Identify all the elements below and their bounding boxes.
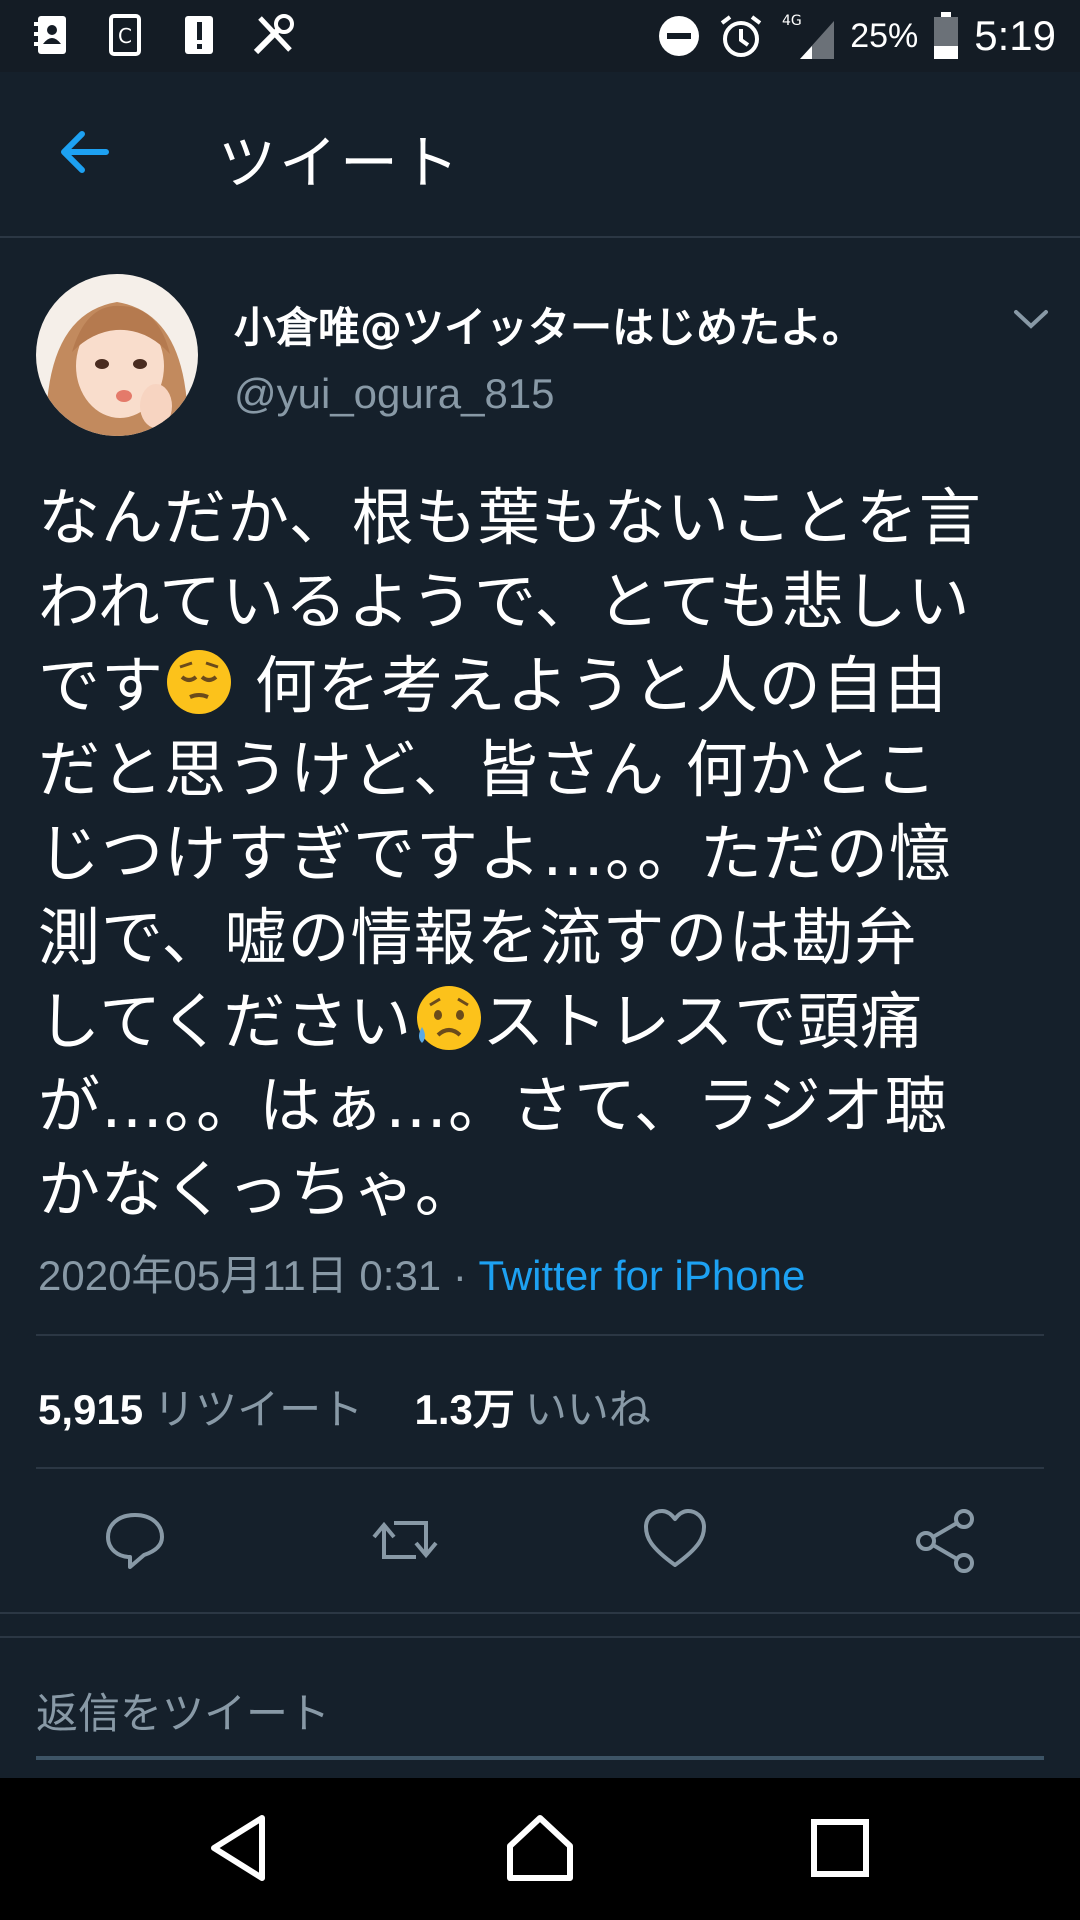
divider bbox=[0, 1636, 1080, 1638]
tweet-text-segment: 何を考えようと人の自由 bbox=[234, 649, 948, 722]
notification-icons: C bbox=[28, 12, 296, 58]
top-app-bar: ツイート bbox=[0, 72, 1080, 238]
tweet-text-segment: だと思うけど、皆さん 何かとこ bbox=[38, 733, 938, 806]
pensive-emoji-icon bbox=[164, 647, 234, 717]
battery-icon bbox=[934, 12, 959, 59]
tweet-text-line: かなくっちゃ。 bbox=[38, 1148, 1048, 1232]
tweet-text-segment: が…。。はぁ…。さて、ラジオ聴 bbox=[38, 1069, 948, 1142]
alarm-icon bbox=[720, 15, 762, 57]
status-bar: C 4G 25% 5:19 bbox=[0, 0, 1080, 72]
tweet-meta: 2020年05月11日 0:31 · Twitter for iPhone bbox=[38, 1242, 805, 1303]
like-icon[interactable] bbox=[640, 1505, 710, 1575]
tweet-timestamp: 2020年05月11日 0:31 bbox=[38, 1252, 442, 1299]
author-handle[interactable]: @yui_ogura_815 bbox=[234, 370, 555, 418]
arrow-left-icon[interactable] bbox=[54, 122, 114, 182]
tweet-text-segment: 測で、嘘の情報を流すのは勘弁 bbox=[38, 901, 918, 974]
svg-text:4G: 4G bbox=[782, 13, 802, 29]
system-nav-bar bbox=[0, 1778, 1080, 1920]
tweet-text-line: です 何を考えようと人の自由 bbox=[38, 644, 1048, 728]
chevron-down-icon[interactable] bbox=[1006, 300, 1056, 340]
clock: 5:19 bbox=[974, 12, 1056, 59]
divider bbox=[0, 1612, 1080, 1614]
clipboard-icon: C bbox=[109, 14, 141, 56]
reply-input-underline bbox=[36, 1756, 1044, 1760]
likes-stat[interactable]: 1.3万 いいね bbox=[414, 1385, 650, 1434]
sad-sweat-emoji-icon bbox=[412, 983, 482, 1053]
tweet-text-segment: われているようで、とても悲しい bbox=[38, 565, 971, 638]
tweet-text: なんだか、根も葉もないことを言 われているようで、とても悲しい です 何を考えようと… bbox=[38, 476, 1048, 1232]
nav-back-icon[interactable] bbox=[200, 1808, 280, 1888]
retweet-label: リツイート bbox=[153, 1385, 364, 1434]
tweet-text-segment: です bbox=[38, 649, 165, 722]
retweets-stat[interactable]: 5,915 リツイート bbox=[38, 1385, 363, 1434]
tweet-text-segment: してください bbox=[38, 985, 413, 1058]
author-name[interactable]: 小倉唯@ツイッターはじめたよ。 bbox=[234, 294, 864, 355]
retweet-icon[interactable] bbox=[370, 1505, 440, 1575]
signal-icon: 4G bbox=[782, 13, 835, 59]
tweet-text-line: してください ストレスで頭痛 bbox=[38, 980, 1048, 1064]
alert-icon bbox=[185, 16, 213, 54]
tweet-text-line: だと思うけど、皆さん 何かとこ bbox=[38, 728, 1048, 812]
battery-percent: 25% bbox=[850, 16, 919, 55]
tweet-stats: 5,915 リツイート 1.3万 いいね bbox=[38, 1376, 651, 1437]
like-count: 1.3万 bbox=[414, 1386, 515, 1433]
nav-home-icon[interactable] bbox=[500, 1808, 580, 1888]
meta-separator: · bbox=[441, 1252, 479, 1299]
like-label: いいね bbox=[524, 1385, 651, 1434]
tweet-actions bbox=[0, 1505, 1080, 1605]
tools-icon bbox=[253, 14, 294, 55]
tweet-text-line: が…。。はぁ…。さて、ラジオ聴 bbox=[38, 1064, 1048, 1148]
retweet-count: 5,915 bbox=[38, 1386, 144, 1433]
avatar[interactable] bbox=[36, 274, 198, 436]
divider bbox=[36, 1334, 1044, 1336]
avatar-image bbox=[36, 274, 198, 436]
tweet-text-line: われているようで、とても悲しい bbox=[38, 560, 1048, 644]
tweet-text-segment: かなくっちゃ。 bbox=[38, 1153, 478, 1226]
share-icon[interactable] bbox=[910, 1505, 980, 1575]
divider bbox=[36, 1467, 1044, 1469]
page-title: ツイート bbox=[218, 129, 463, 197]
tweet-text-line: 測で、嘘の情報を流すのは勘弁 bbox=[38, 896, 1048, 980]
nav-recents-icon[interactable] bbox=[800, 1808, 880, 1888]
system-status: 4G 25% 5:19 bbox=[656, 6, 1056, 66]
tweet-text-segment: じつけすぎですよ…。。ただの憶 bbox=[38, 817, 953, 890]
tweet-source-link[interactable]: Twitter for iPhone bbox=[479, 1252, 806, 1299]
reply-icon[interactable] bbox=[100, 1505, 170, 1575]
svg-text:C: C bbox=[118, 24, 132, 48]
tweet-text-line: じつけすぎですよ…。。ただの憶 bbox=[38, 812, 1048, 896]
tweet-text-line: なんだか、根も葉もないことを言 bbox=[38, 476, 1048, 560]
dnd-icon bbox=[659, 16, 700, 56]
tweet-text-segment: なんだか、根も葉もないことを言 bbox=[38, 481, 982, 554]
contacts-icon bbox=[34, 16, 66, 54]
reply-input[interactable]: 返信をツイート bbox=[36, 1680, 330, 1741]
tweet-text-segment: ストレスで頭痛 bbox=[482, 985, 924, 1058]
